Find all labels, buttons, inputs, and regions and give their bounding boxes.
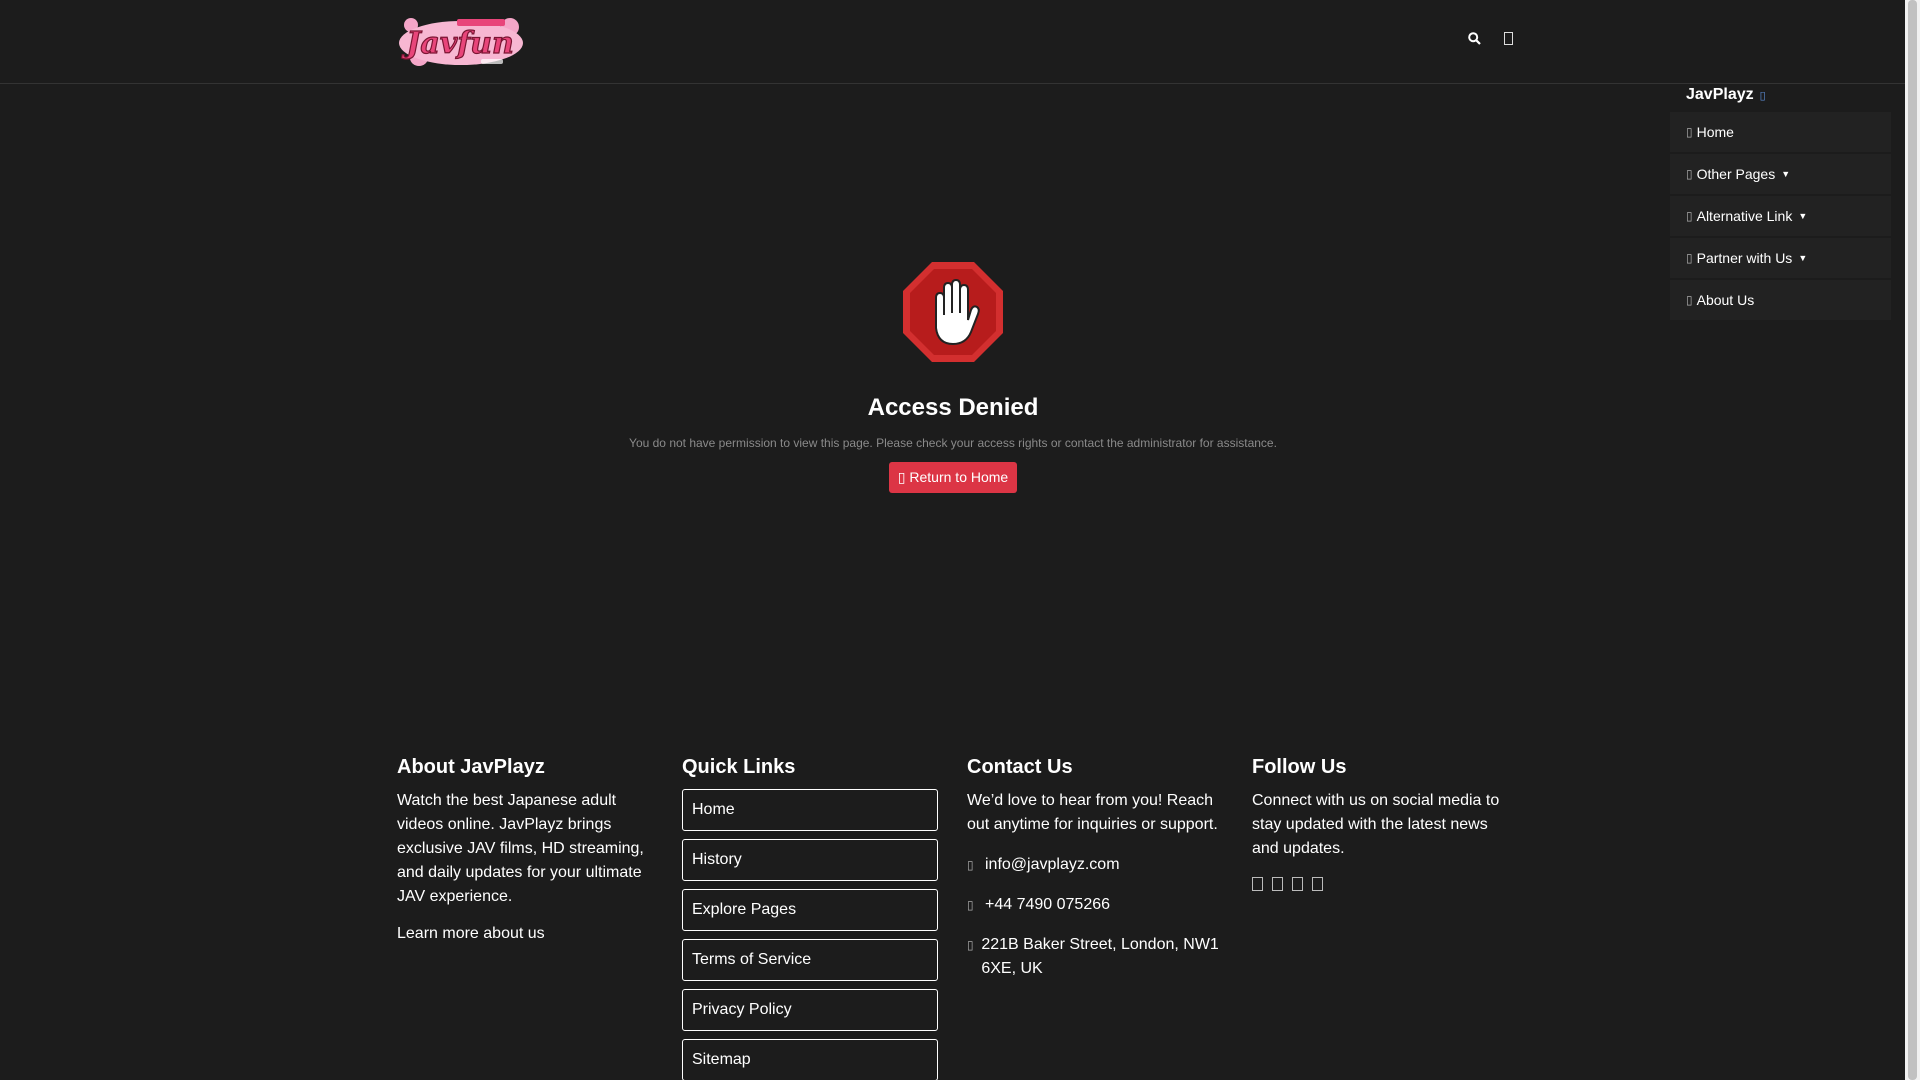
quick-link-history[interactable]: History bbox=[682, 839, 938, 881]
footer-follow-title: Follow Us bbox=[1252, 756, 1347, 778]
email-icon: ▯ bbox=[967, 858, 974, 872]
quick-link-privacy[interactable]: Privacy Policy bbox=[682, 989, 938, 1031]
quick-link-home[interactable]: Home bbox=[682, 789, 938, 831]
contact-address: ▯ 221B Baker Street, London, NW1 6XE, UK bbox=[967, 933, 1223, 981]
quick-link-sitemap[interactable]: Sitemap bbox=[682, 1039, 938, 1080]
phone-icon: ▯ bbox=[967, 898, 974, 912]
sidebar-item-partner[interactable]: ▯ Partner with Us ▼ bbox=[1670, 238, 1891, 278]
info-icon: ▯ bbox=[1686, 293, 1693, 307]
sidebar-item-label: Other Pages bbox=[1696, 166, 1776, 182]
contact-phone[interactable]: ▯ +44 7490 075266 bbox=[967, 893, 1223, 917]
link-icon: ▯ bbox=[1686, 209, 1693, 223]
chevron-down-icon: ▼ bbox=[1798, 211, 1808, 221]
sidebar-title-text: JavPlayz bbox=[1686, 86, 1754, 103]
sidebar-menu: JavPlayz ▯ ▯ Home ▯ Other Pages ▼ ▯ Alte… bbox=[1670, 78, 1891, 322]
site-footer: About JavPlayz Watch the best Japanese a… bbox=[397, 756, 1509, 1080]
contact-email[interactable]: ▯ info@javplayz.com bbox=[967, 853, 1223, 877]
page-scrollbar[interactable] bbox=[1905, 0, 1920, 1080]
footer-about-text: Watch the best Japanese adult videos onl… bbox=[397, 792, 644, 905]
telegram-icon[interactable] bbox=[1312, 877, 1323, 891]
facebook-icon[interactable] bbox=[1252, 877, 1263, 891]
handshake-icon: ▯ bbox=[1686, 251, 1693, 265]
sidebar-item-label: Partner with Us bbox=[1696, 250, 1793, 266]
search-icon[interactable] bbox=[1466, 30, 1482, 46]
page-title: Access Denied bbox=[867, 394, 1039, 421]
footer-quick-links-title: Quick Links bbox=[682, 756, 796, 778]
footer-follow-text: Connect with us on social media to stay … bbox=[1252, 792, 1500, 857]
quick-link-explore-pages[interactable]: Explore Pages bbox=[682, 889, 938, 931]
sidebar-item-home[interactable]: ▯ Home bbox=[1670, 112, 1891, 152]
sidebar-title[interactable]: JavPlayz ▯ bbox=[1670, 78, 1891, 112]
access-message: You do not have permission to view this … bbox=[629, 436, 1277, 450]
contact-address-text: 221B Baker Street, London, NW1 6XE, UK bbox=[981, 936, 1219, 977]
footer-follow: Follow Us Connect with us on social medi… bbox=[1252, 756, 1508, 1080]
sidebar-item-about[interactable]: ▯ About Us bbox=[1670, 280, 1891, 320]
chevron-down-icon: ▼ bbox=[1781, 169, 1791, 179]
site-header: Javfun bbox=[0, 0, 1905, 84]
footer-contact: Contact Us We’d love to hear from you! R… bbox=[967, 756, 1223, 1080]
sidebar-item-label: Alternative Link bbox=[1696, 208, 1793, 224]
learn-more-link[interactable]: Learn more about us bbox=[397, 925, 653, 943]
sidebar-item-other-pages[interactable]: ▯ Other Pages ▼ bbox=[1670, 154, 1891, 194]
contact-email-text: info@javplayz.com bbox=[985, 856, 1120, 873]
scrollbar-thumb[interactable] bbox=[1908, 0, 1917, 1080]
sidebar-item-label: Home bbox=[1696, 124, 1734, 140]
logo-wordmark: Javfun bbox=[401, 26, 514, 61]
stop-hand-icon bbox=[903, 262, 1003, 362]
footer-about-title: About JavPlayz bbox=[397, 756, 545, 778]
site-logo[interactable]: Javfun bbox=[397, 13, 524, 70]
chevron-down-icon: ▼ bbox=[1798, 253, 1808, 263]
location-icon: ▯ bbox=[967, 938, 974, 952]
pages-icon: ▯ bbox=[1686, 167, 1693, 181]
home-icon: ▯ bbox=[1686, 125, 1693, 139]
access-denied-panel: Access Denied You do not have permission… bbox=[397, 260, 1509, 493]
return-home-button[interactable]: ▯ Return to Home bbox=[888, 462, 1018, 493]
menu-icon[interactable] bbox=[1500, 30, 1516, 46]
footer-contact-title: Contact Us bbox=[967, 756, 1073, 778]
contact-phone-text: +44 7490 075266 bbox=[985, 896, 1111, 913]
caret-icon: ▯ bbox=[1759, 89, 1766, 102]
home-icon: ▯ bbox=[897, 469, 906, 485]
instagram-icon[interactable] bbox=[1292, 877, 1303, 891]
footer-quick-links: Quick Links Home History Explore Pages T… bbox=[682, 756, 938, 1080]
twitter-icon[interactable] bbox=[1272, 877, 1283, 891]
sidebar-item-alternative-link[interactable]: ▯ Alternative Link ▼ bbox=[1670, 196, 1891, 236]
return-home-label: Return to Home bbox=[909, 469, 1009, 485]
footer-about: About JavPlayz Watch the best Japanese a… bbox=[397, 756, 653, 1080]
sidebar-item-label: About Us bbox=[1696, 292, 1755, 308]
quick-link-terms[interactable]: Terms of Service bbox=[682, 939, 938, 981]
footer-contact-intro: We’d love to hear from you! Reach out an… bbox=[967, 792, 1218, 833]
